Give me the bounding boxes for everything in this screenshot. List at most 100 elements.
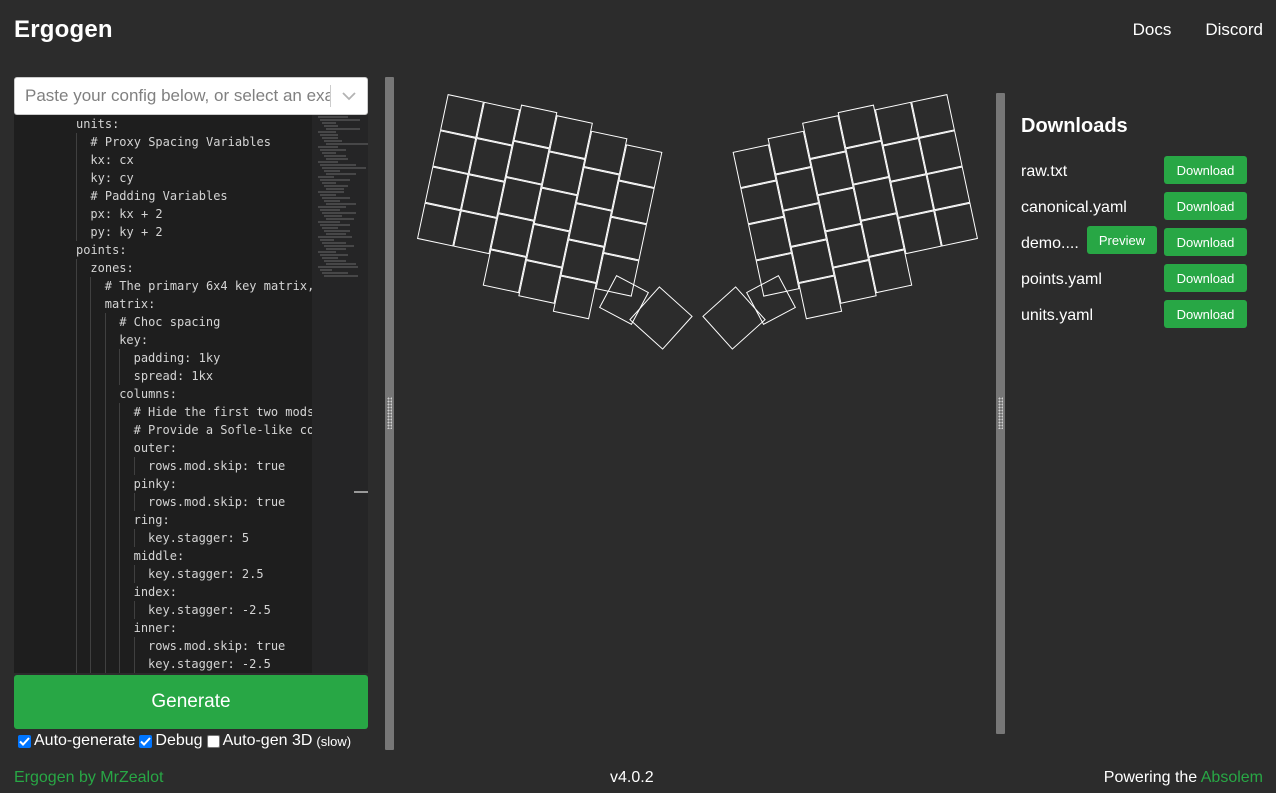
right-pane-resize-handle[interactable]	[996, 93, 1005, 734]
config-editor[interactable]: 1units:2# Proxy Spacing Variables3kx: cx…	[14, 115, 368, 673]
minimap-line	[322, 242, 346, 244]
code-line[interactable]: 10# The primary 6x4 key matrix, with an …	[62, 277, 312, 295]
code-text: units:	[76, 117, 120, 131]
code-line[interactable]: 18# Provide a Sofle-like column stagger	[62, 421, 312, 439]
minimap-line	[318, 266, 358, 268]
code-text: rows.mod.skip: true	[148, 459, 286, 473]
minimap-line	[320, 224, 350, 226]
download-canonical-button[interactable]: Download	[1164, 192, 1247, 220]
minimap-line	[326, 263, 356, 265]
minimap-line	[324, 260, 346, 262]
key-outline	[918, 130, 963, 175]
generate-button[interactable]: Generate	[14, 675, 368, 729]
key-outline	[598, 274, 650, 326]
code-line[interactable]: 15spread: 1kx	[62, 367, 312, 385]
code-line[interactable]: 1units:	[62, 115, 312, 133]
code-line[interactable]: 19outer:	[62, 439, 312, 457]
code-line[interactable]: 24key.stagger: 5	[62, 529, 312, 547]
key-outline	[782, 203, 827, 247]
auto-gen-3d-checkbox[interactable]	[206, 734, 220, 748]
minimap-line	[326, 233, 346, 235]
preview-demo-button[interactable]: Preview	[1087, 226, 1157, 254]
code-line[interactable]: 22rows.mod.skip: true	[62, 493, 312, 511]
code-line[interactable]: 25middle:	[62, 547, 312, 565]
code-line[interactable]: 16columns:	[62, 385, 312, 403]
code-area[interactable]: 1units:2# Proxy Spacing Variables3kx: cx…	[62, 115, 312, 673]
minimap-line	[320, 164, 356, 166]
file-name: canonical.yaml	[1021, 199, 1127, 216]
debug-checkbox[interactable]	[139, 734, 153, 748]
auto-generate-option[interactable]: Auto-generate	[18, 732, 135, 750]
key-outline	[911, 94, 955, 138]
key-outline	[549, 115, 593, 160]
minimap-line	[322, 152, 336, 154]
code-line[interactable]: 12# Choc spacing	[62, 313, 312, 331]
code-line[interactable]: 14padding: 1ky	[62, 349, 312, 367]
key-outline	[416, 202, 461, 247]
code-line[interactable]: 23ring:	[62, 511, 312, 529]
author-link[interactable]: Ergogen by MrZealot	[14, 769, 163, 787]
code-text: padding: 1ky	[133, 351, 221, 365]
code-text: outer:	[133, 441, 177, 455]
code-line[interactable]: 20rows.mod.skip: true	[62, 457, 312, 475]
code-line[interactable]: 11matrix:	[62, 295, 312, 313]
key-outline	[809, 151, 854, 196]
minimap-line	[326, 203, 356, 205]
download-points-button[interactable]: Download	[1164, 264, 1247, 292]
minimap-line	[318, 221, 340, 223]
editor-minimap[interactable]	[312, 115, 368, 673]
code-line[interactable]: 8points:	[62, 241, 312, 259]
code-line[interactable]: 31key.stagger: -2.5	[62, 655, 312, 673]
key-outline	[595, 252, 640, 297]
code-line[interactable]: 5# Padding Variables	[62, 187, 312, 205]
code-line[interactable]: 26key.stagger: 2.5	[62, 565, 312, 583]
code-line[interactable]: 13key:	[62, 331, 312, 349]
minimap-line	[322, 212, 356, 214]
left-pane-resize-handle[interactable]	[385, 77, 394, 750]
code-line[interactable]: 7py: ky + 2	[62, 223, 312, 241]
chevron-down-icon[interactable]	[331, 78, 367, 114]
auto-gen-3d-label: Auto-gen 3D	[222, 732, 313, 749]
code-text: spread: 1kx	[133, 369, 214, 383]
minimap-line	[318, 131, 336, 133]
minimap-line	[320, 179, 350, 181]
download-units-button[interactable]: Download	[1164, 300, 1247, 328]
code-line[interactable]: 27index:	[62, 583, 312, 601]
code-text: index:	[133, 585, 177, 599]
code-text: pinky:	[133, 477, 177, 491]
download-raw-button[interactable]: Download	[1164, 156, 1247, 184]
minimap-line	[326, 143, 368, 145]
example-config-select[interactable]: Paste your config below, or select an ex…	[14, 77, 368, 115]
key-outline	[575, 166, 620, 211]
auto-gen-3d-option[interactable]: Auto-gen 3D (slow)	[206, 732, 351, 750]
code-line[interactable]: 21pinky:	[62, 475, 312, 493]
code-line[interactable]: 17# Hide the first two mods	[62, 403, 312, 421]
minimap-scroll-indicator[interactable]	[354, 491, 368, 493]
minimap-line	[318, 206, 346, 208]
download-demo-button[interactable]: Download	[1164, 228, 1247, 256]
code-line[interactable]: 3kx: cx	[62, 151, 312, 169]
key-outline	[837, 104, 882, 149]
code-line[interactable]: 9zones:	[62, 259, 312, 277]
key-outline	[934, 202, 979, 247]
code-line[interactable]: 6px: kx + 2	[62, 205, 312, 223]
absolem-link[interactable]: Absolem	[1201, 769, 1263, 786]
auto-generate-checkbox[interactable]	[18, 734, 31, 748]
code-line[interactable]: 30rows.mod.skip: true	[62, 637, 312, 655]
docs-link[interactable]: Docs	[1133, 20, 1172, 40]
code-text: px: kx + 2	[90, 207, 163, 221]
minimap-line	[322, 272, 348, 274]
minimap-line	[320, 209, 340, 211]
code-text: key.stagger: -2.5	[148, 657, 271, 671]
debug-option[interactable]: Debug	[139, 732, 203, 750]
line-number-gutter	[14, 115, 62, 673]
discord-link[interactable]: Discord	[1205, 20, 1263, 40]
minimap-line	[320, 194, 336, 196]
minimap-line	[322, 257, 338, 259]
resize-grip-icon	[387, 397, 392, 429]
code-text: columns:	[119, 387, 177, 401]
code-line[interactable]: 2# Proxy Spacing Variables	[62, 133, 312, 151]
code-line[interactable]: 4ky: cy	[62, 169, 312, 187]
code-line[interactable]: 28key.stagger: -2.5	[62, 601, 312, 619]
code-line[interactable]: 29inner:	[62, 619, 312, 637]
